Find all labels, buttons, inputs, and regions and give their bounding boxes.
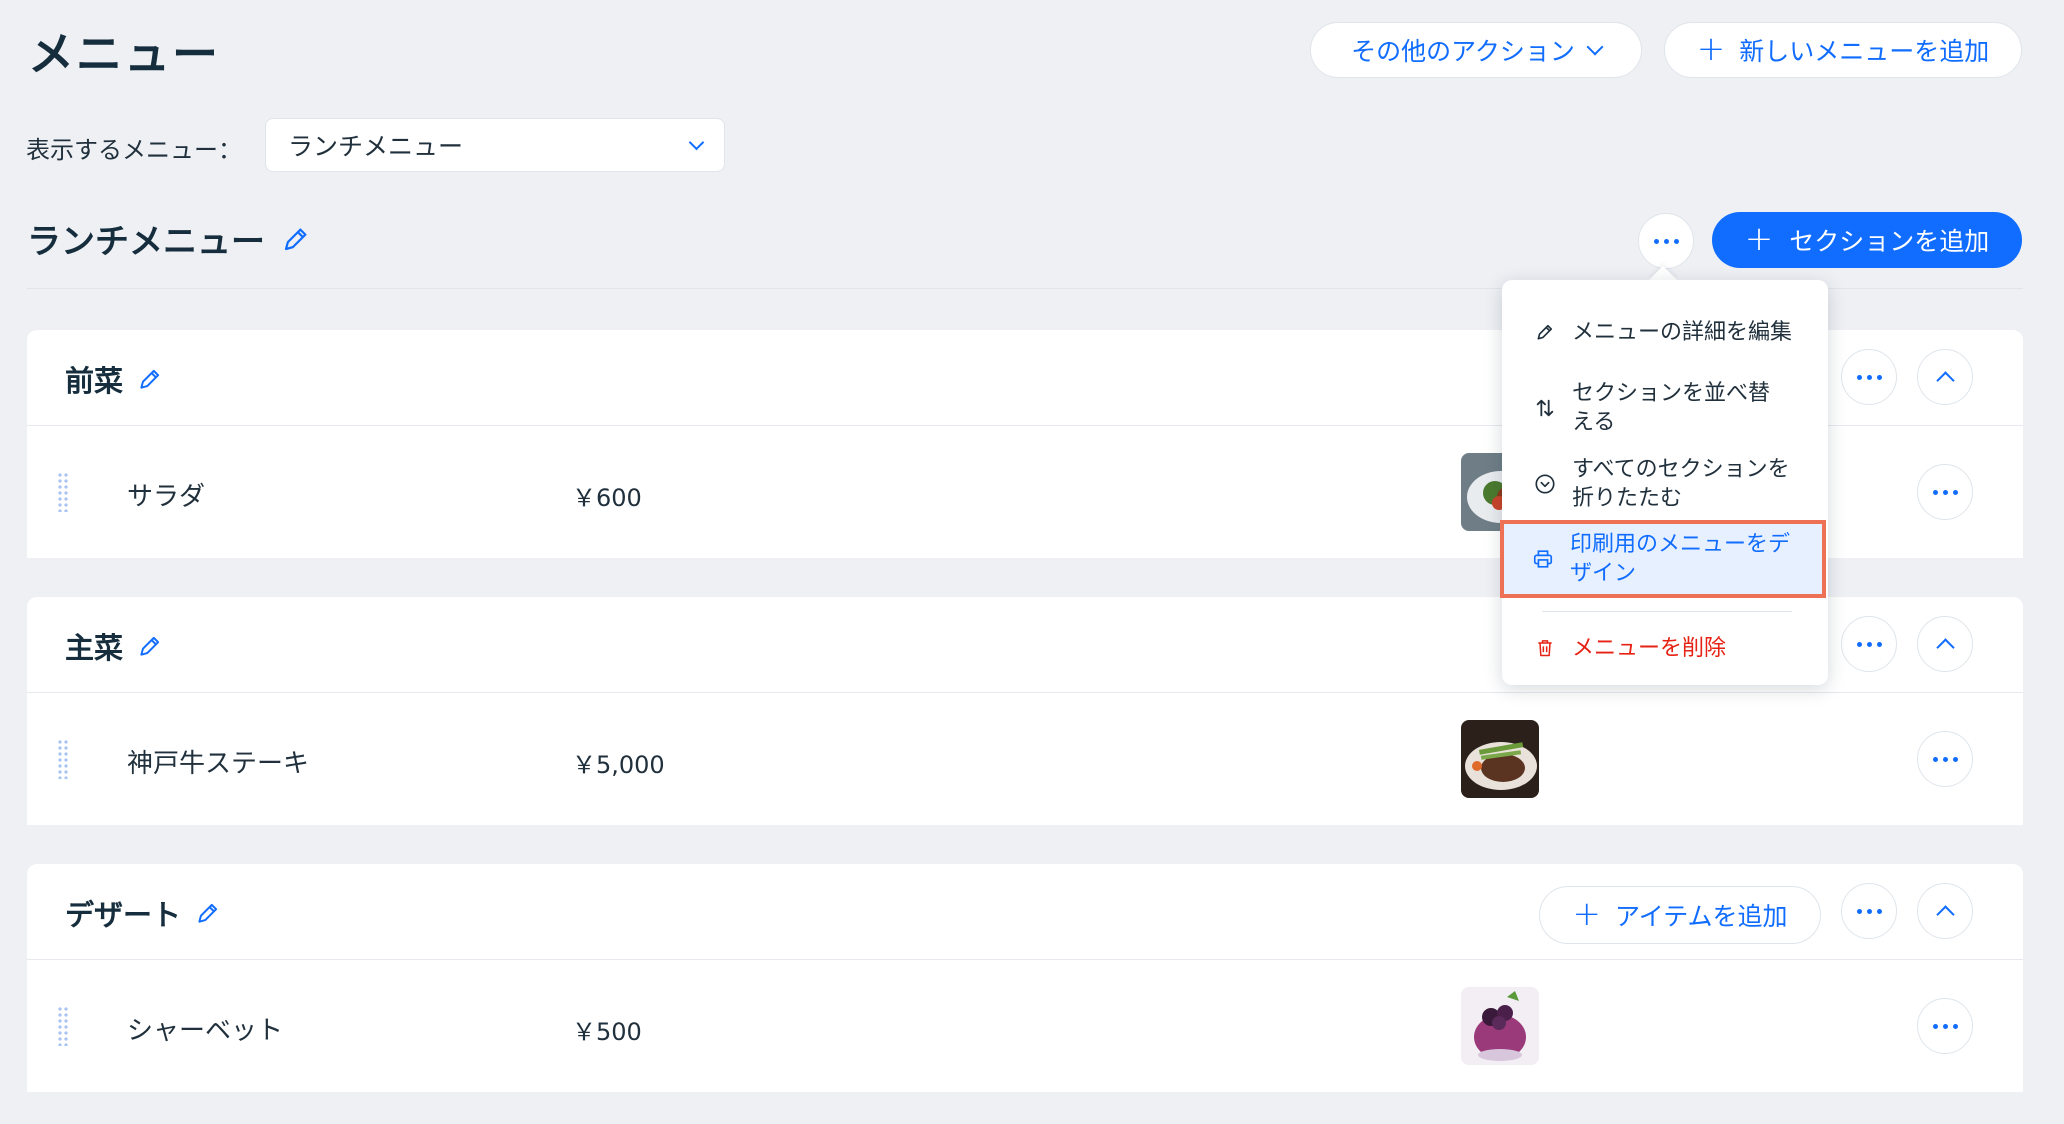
menu-item-delete-menu[interactable]: メニューを削除 bbox=[1502, 628, 1828, 668]
menu-item-reorder-sections[interactable]: セクションを並べ替える bbox=[1502, 378, 1828, 438]
chevron-up-icon bbox=[1935, 638, 1955, 657]
collapse-section-button[interactable] bbox=[1917, 349, 1973, 405]
printer-icon bbox=[1532, 548, 1554, 570]
pencil-icon[interactable] bbox=[137, 633, 163, 659]
chevron-down-icon bbox=[688, 134, 705, 150]
menu-item-label: メニューを削除 bbox=[1572, 635, 1727, 661]
menu-heading: ランチメニュー bbox=[27, 214, 311, 263]
collapse-circle-icon bbox=[1534, 473, 1556, 495]
dropdown-divider bbox=[1542, 611, 1792, 612]
more-dots-icon bbox=[1932, 1023, 1958, 1029]
chevron-up-icon bbox=[1935, 371, 1955, 390]
pencil-icon[interactable] bbox=[137, 366, 163, 392]
chevron-up-icon bbox=[1935, 905, 1955, 924]
menu-selector-label: 表示するメニュー： bbox=[26, 136, 242, 164]
item-more-options-button[interactable] bbox=[1917, 998, 1973, 1054]
sherbet-thumbnail bbox=[1461, 987, 1539, 1065]
drag-handle-icon[interactable] bbox=[57, 472, 69, 512]
menu-item-collapse-all[interactable]: すべてのセクションを折りたたむ bbox=[1502, 454, 1828, 514]
section-title: 前菜 bbox=[65, 358, 163, 400]
more-dots-icon bbox=[1932, 756, 1958, 762]
drag-handle-icon[interactable] bbox=[57, 1006, 69, 1046]
add-section-label: セクションを追加 bbox=[1789, 227, 1990, 256]
more-dots-icon bbox=[1653, 238, 1679, 244]
item-price: ￥500 bbox=[572, 1018, 642, 1046]
more-dots-icon bbox=[1856, 374, 1882, 380]
section-more-options-button[interactable] bbox=[1841, 616, 1897, 672]
add-menu-label: 新しいメニューを追加 bbox=[1739, 37, 1990, 66]
section-title: デザート bbox=[65, 892, 221, 934]
plus-icon: + bbox=[1744, 218, 1774, 259]
menu-options-dropdown: メニューの詳細を編集 セクションを並べ替える すべてのセクションを折りたたむ 印… bbox=[1500, 280, 1828, 685]
item-price: ￥5,000 bbox=[572, 751, 665, 779]
collapse-section-button[interactable] bbox=[1917, 883, 1973, 939]
drag-handle-icon[interactable] bbox=[57, 739, 69, 779]
section-title-text: 主菜 bbox=[65, 631, 124, 665]
pencil-icon bbox=[1534, 321, 1556, 343]
sort-arrows-icon bbox=[1534, 397, 1556, 419]
menu-item-label: 印刷用のメニューをデザイン bbox=[1570, 532, 1791, 586]
add-menu-button[interactable]: + 新しいメニューを追加 bbox=[1664, 22, 2022, 78]
steak-thumbnail bbox=[1461, 720, 1539, 798]
add-section-button[interactable]: + セクションを追加 bbox=[1712, 212, 2022, 268]
pencil-icon[interactable] bbox=[281, 224, 311, 254]
add-item-button[interactable]: + アイテムを追加 bbox=[1539, 886, 1821, 944]
menu-item-design-print-menu[interactable]: 印刷用のメニューをデザイン bbox=[1500, 520, 1826, 598]
item-more-options-button[interactable] bbox=[1917, 464, 1973, 520]
menu-item-label: セクションを並べ替える bbox=[1572, 381, 1771, 435]
menu-title: ランチメニュー bbox=[27, 222, 265, 262]
menu-more-options-button[interactable] bbox=[1638, 213, 1694, 269]
page-title: メニュー bbox=[28, 27, 220, 81]
chevron-down-icon bbox=[1586, 38, 1604, 56]
section-desserts: デザート + アイテムを追加 シャーベット ￥500 bbox=[27, 864, 2023, 1092]
item-more-options-button[interactable] bbox=[1917, 731, 1973, 787]
more-actions-button[interactable]: その他のアクション bbox=[1310, 22, 1642, 78]
list-item[interactable]: シャーベット ￥500 bbox=[27, 960, 2023, 1092]
section-header: デザート + アイテムを追加 bbox=[27, 864, 2023, 960]
more-actions-label: その他のアクション bbox=[1351, 37, 1575, 66]
add-item-label: アイテムを追加 bbox=[1614, 902, 1788, 931]
item-price: ￥600 bbox=[572, 484, 642, 512]
menu-item-label: すべてのセクションを折りたたむ bbox=[1572, 457, 1790, 511]
pencil-icon[interactable] bbox=[195, 900, 221, 926]
section-title: 主菜 bbox=[65, 625, 163, 667]
more-dots-icon bbox=[1932, 489, 1958, 495]
menu-item-edit-details[interactable]: メニューの詳細を編集 bbox=[1502, 302, 1828, 362]
section-more-options-button[interactable] bbox=[1841, 883, 1897, 939]
item-name: シャーベット bbox=[127, 1016, 284, 1046]
more-dots-icon bbox=[1856, 908, 1882, 914]
item-name: 神戸牛ステーキ bbox=[127, 749, 310, 779]
section-title-text: 前菜 bbox=[65, 364, 124, 398]
plus-icon: + bbox=[1696, 28, 1726, 69]
plus-icon: + bbox=[1572, 893, 1601, 934]
section-title-text: デザート bbox=[65, 898, 182, 932]
menu-item-label: メニューの詳細を編集 bbox=[1572, 319, 1793, 345]
list-item[interactable]: 神戸牛ステーキ ￥5,000 bbox=[27, 693, 2023, 825]
section-more-options-button[interactable] bbox=[1841, 349, 1897, 405]
menu-select-value: ランチメニュー bbox=[288, 132, 464, 161]
collapse-section-button[interactable] bbox=[1917, 616, 1973, 672]
trash-icon bbox=[1534, 637, 1556, 659]
menu-select[interactable]: ランチメニュー bbox=[265, 118, 725, 172]
item-name: サラダ bbox=[127, 482, 206, 512]
more-dots-icon bbox=[1856, 641, 1882, 647]
